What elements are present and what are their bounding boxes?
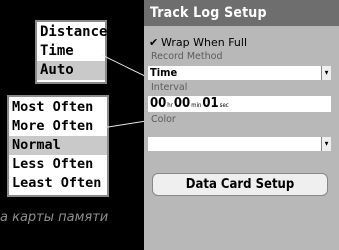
color-label: Color bbox=[151, 114, 176, 125]
dropdown-arrow-icon: ▾ bbox=[321, 66, 331, 80]
screen-title: Track Log Setup bbox=[144, 0, 339, 26]
color-select[interactable]: ▾ bbox=[148, 137, 331, 151]
check-icon: ✔ bbox=[149, 36, 159, 49]
record-method-label: Record Method bbox=[151, 51, 223, 62]
device-screen: Track Log Setup ✔ Wrap When Full Record M… bbox=[144, 0, 339, 250]
interval-time-field[interactable]: 00hr00min01sec bbox=[148, 96, 331, 112]
interval-seconds: 01 bbox=[202, 96, 219, 111]
record-method-value: Time bbox=[150, 66, 178, 79]
wrap-when-full-checkbox[interactable]: ✔ Wrap When Full bbox=[149, 36, 247, 49]
interval-seconds-unit: sec bbox=[219, 102, 229, 109]
interval-connector-line bbox=[105, 119, 150, 128]
data-card-setup-button[interactable]: Data Card Setup bbox=[152, 173, 328, 196]
interval-minutes: 00 bbox=[173, 96, 191, 111]
interval-option-most-often[interactable]: Most Often bbox=[9, 98, 107, 117]
record-method-option-time[interactable]: Time bbox=[37, 42, 105, 61]
interval-hours: 00 bbox=[150, 96, 167, 111]
interval-hours-unit: hr bbox=[167, 102, 173, 109]
interval-option-more-often[interactable]: More Often bbox=[9, 117, 107, 136]
interval-option-normal[interactable]: Normal bbox=[9, 136, 107, 155]
record-method-option-auto[interactable]: Auto bbox=[37, 61, 105, 80]
wrap-when-full-label: Wrap When Full bbox=[161, 36, 248, 49]
interval-minutes-unit: min bbox=[191, 102, 202, 109]
record-method-option-distance[interactable]: Distance bbox=[37, 23, 107, 42]
interval-popup: Most Often More Often Normal Less Often … bbox=[7, 95, 109, 197]
interval-option-less-often[interactable]: Less Often bbox=[9, 155, 107, 174]
record-method-popup: Distance Time Auto bbox=[35, 20, 107, 84]
interval-label: Interval bbox=[151, 82, 188, 93]
interval-option-least-often[interactable]: Least Often bbox=[9, 174, 107, 193]
dropdown-arrow-icon: ▾ bbox=[321, 137, 331, 151]
caption-text: а карты памяти bbox=[0, 210, 109, 225]
record-method-select[interactable]: Time ▾ bbox=[148, 66, 331, 80]
